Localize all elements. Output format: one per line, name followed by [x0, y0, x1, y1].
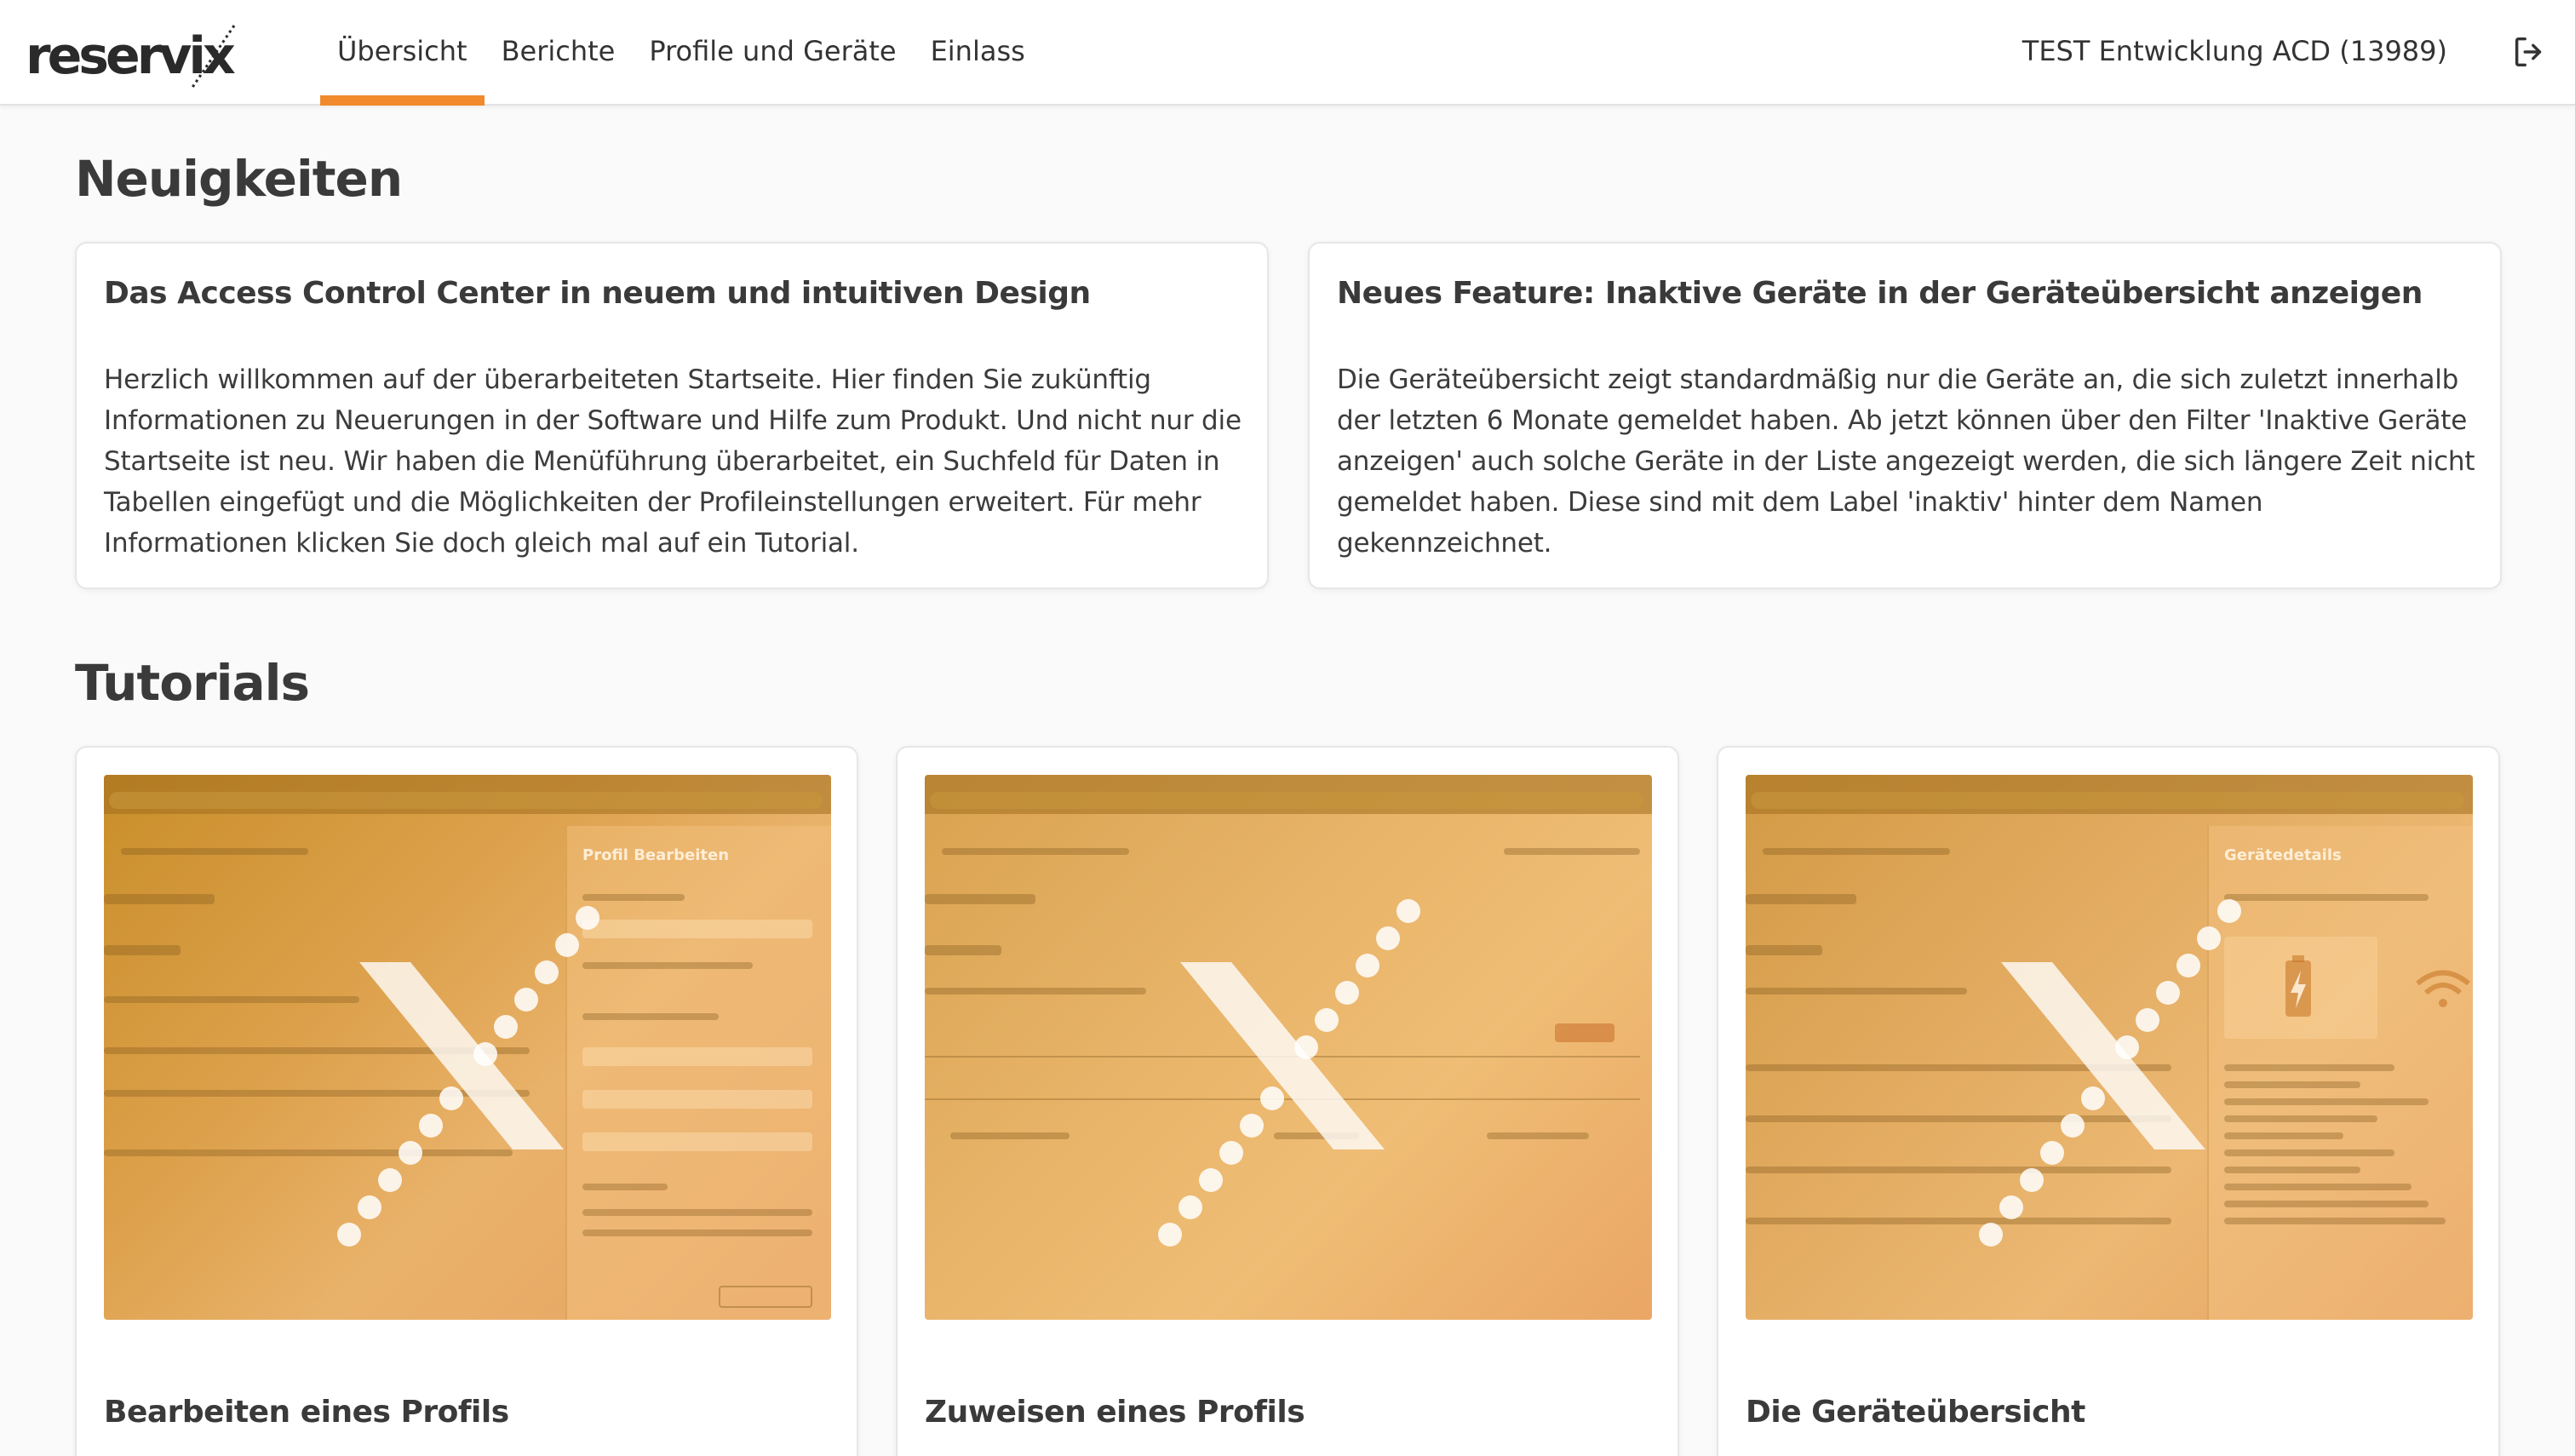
main-nav: Übersicht Berichte Profile und Geräte Ei…	[320, 0, 1042, 106]
nav-tab-profile-und-geraete[interactable]: Profile und Geräte	[632, 0, 913, 106]
tutorial-card-title[interactable]: Bearbeiten eines Profils	[104, 1395, 509, 1430]
tutorials-section-title: Tutorials	[75, 654, 310, 712]
news-card-body: Herzlich willkommen auf der überarbeitet…	[104, 364, 1242, 559]
news-card: Neues Feature: Inaktive Geräte in der Ge…	[1308, 242, 2502, 589]
logo-slash-icon	[190, 25, 236, 89]
play-indicator-dots-icon	[1158, 899, 1420, 1247]
nav-tab-label: Einlass	[930, 35, 1025, 67]
nav-tab-label: Übersicht	[337, 35, 467, 67]
organization-name[interactable]: TEST Entwicklung ACD (13989)	[2022, 0, 2447, 102]
nav-tab-einlass[interactable]: Einlass	[914, 0, 1042, 106]
tutorial-card-title[interactable]: Die Geräteübersicht	[1746, 1395, 2085, 1430]
news-card: Das Access Control Center in neuem und i…	[75, 242, 1269, 589]
news-section-title: Neuigkeiten	[75, 150, 403, 208]
nav-tab-label: Berichte	[501, 35, 616, 67]
play-indicator-dots-icon	[1979, 899, 2241, 1247]
reservix-logo[interactable]: reservix	[26, 19, 247, 94]
tutorial-video-thumbnail[interactable]: Profil Bearbeiten	[104, 775, 831, 1320]
nav-tab-uebersicht[interactable]: Übersicht	[320, 0, 485, 106]
nav-tab-label: Profile und Geräte	[649, 35, 897, 67]
tutorial-card[interactable]: Zuweisen eines Profils	[896, 746, 1679, 1456]
tutorial-card[interactable]: Profil Bearbeiten Bearbeiten eines Profi…	[75, 746, 858, 1456]
news-card-body: Die Geräteübersicht zeigt standardmäßig …	[1337, 364, 2475, 559]
news-card-title: Neues Feature: Inaktive Geräte in der Ge…	[1337, 276, 2423, 311]
nav-tab-berichte[interactable]: Berichte	[485, 0, 633, 106]
news-card-title: Das Access Control Center in neuem und i…	[104, 276, 1091, 311]
logout-icon[interactable]	[2510, 32, 2549, 72]
tutorial-card-title[interactable]: Zuweisen eines Profils	[925, 1395, 1305, 1430]
tutorial-video-thumbnail[interactable]	[925, 775, 1652, 1320]
top-navigation-bar: reservix Übersicht Berichte Profile und …	[0, 0, 2575, 106]
play-indicator-dots-icon	[337, 906, 599, 1247]
tutorial-card[interactable]: Gerätedetails Die Geräteübersicht	[1717, 746, 2500, 1456]
tutorial-video-thumbnail[interactable]: Gerätedetails	[1746, 775, 2473, 1320]
